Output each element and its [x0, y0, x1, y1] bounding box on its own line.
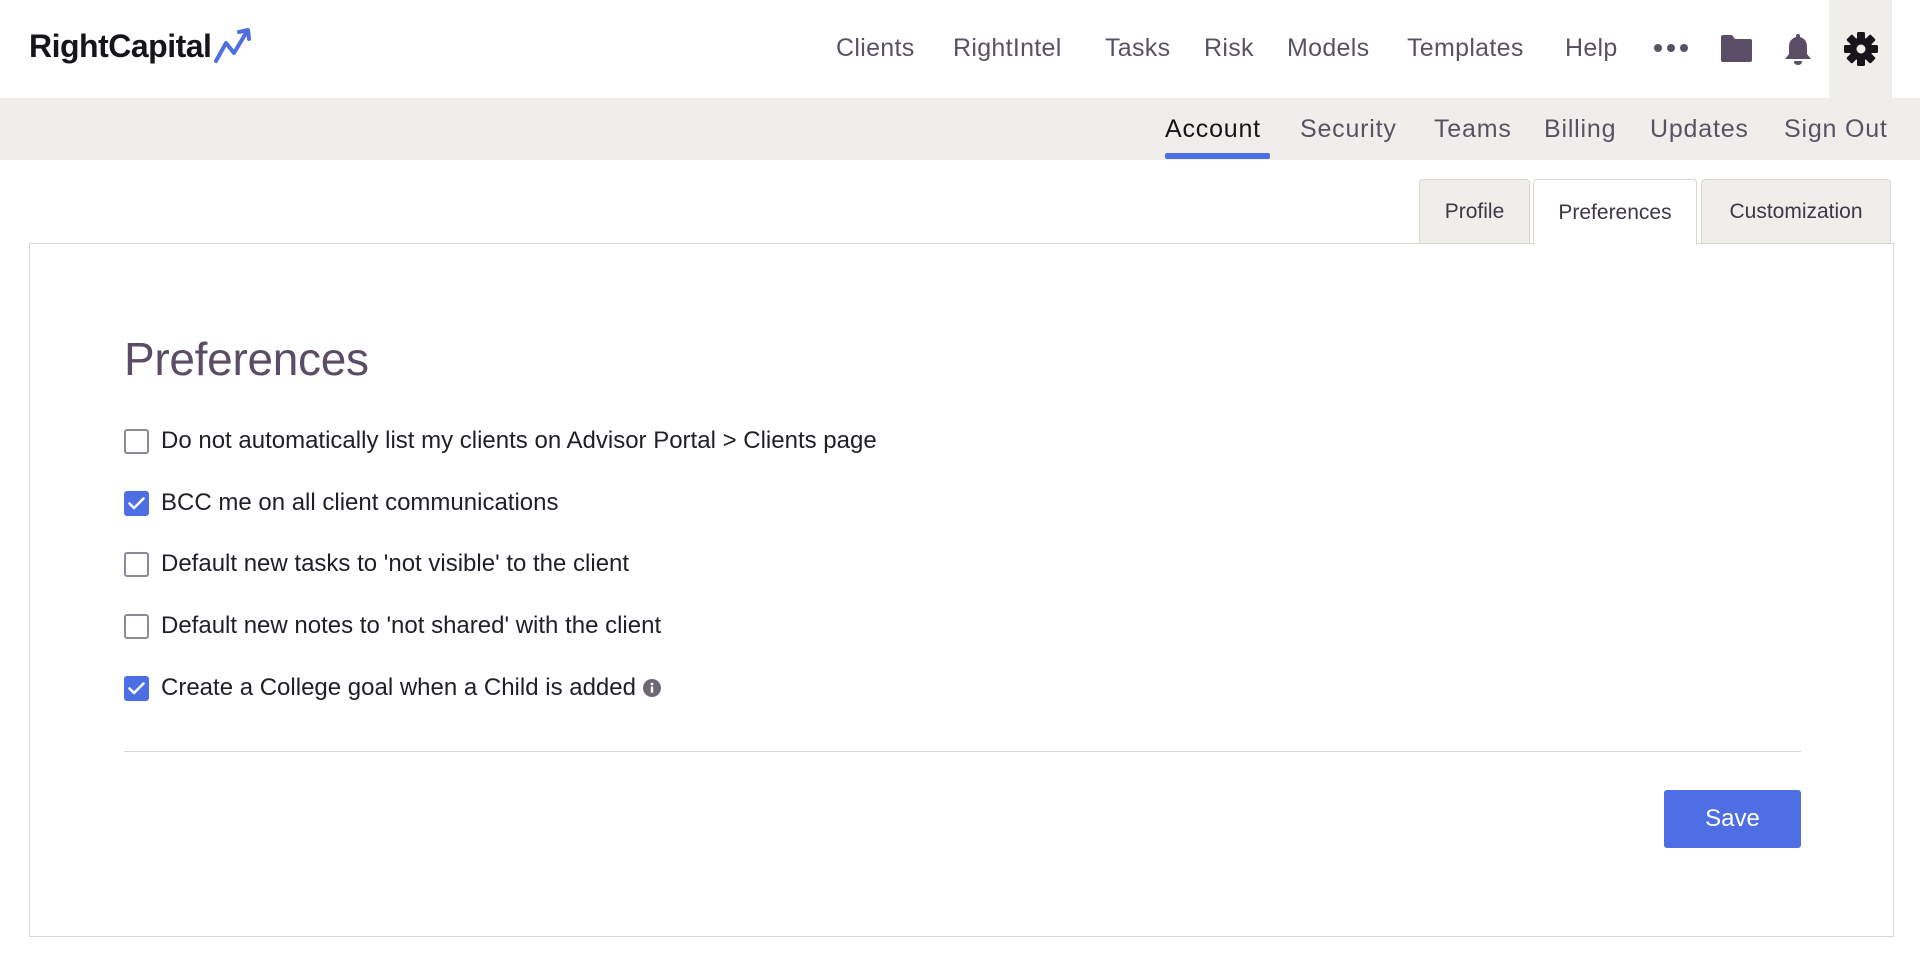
- nav-clients[interactable]: Clients: [836, 34, 915, 63]
- checkbox-notes-not-shared[interactable]: [124, 613, 149, 639]
- checkbox-bcc-me[interactable]: [124, 490, 149, 516]
- option-label: BCC me on all client communications: [161, 489, 559, 516]
- option-tasks-not-visible[interactable]: Default new tasks to 'not visible' to th…: [124, 550, 629, 578]
- bell-icon[interactable]: [1782, 31, 1814, 67]
- gear-icon: [1843, 32, 1878, 66]
- nav-tasks[interactable]: Tasks: [1105, 34, 1170, 63]
- checkbox-college-goal[interactable]: [124, 675, 149, 701]
- nav-rightintel[interactable]: RightIntel: [953, 34, 1062, 63]
- subnav-security[interactable]: Security: [1300, 115, 1397, 144]
- checkbox-no-auto-list[interactable]: [124, 428, 149, 454]
- tab-profile[interactable]: Profile: [1419, 179, 1530, 244]
- subnav-billing[interactable]: Billing: [1544, 115, 1616, 144]
- checkmark-icon: [128, 681, 145, 694]
- save-button[interactable]: Save: [1664, 790, 1801, 848]
- top-navigation-bar: RightCapital Clients RightIntel Tasks Ri…: [0, 0, 1920, 98]
- info-icon[interactable]: [642, 679, 661, 697]
- logo-arrow-icon: [214, 27, 252, 63]
- checkbox-tasks-not-visible[interactable]: [124, 551, 149, 577]
- nav-models[interactable]: Models: [1287, 34, 1369, 63]
- option-no-auto-list[interactable]: Do not automatically list my clients on …: [124, 427, 877, 455]
- option-label: Default new notes to 'not shared' with t…: [161, 612, 662, 639]
- tab-preferences[interactable]: Preferences: [1533, 179, 1697, 245]
- more-icon[interactable]: [1654, 44, 1688, 52]
- nav-risk[interactable]: Risk: [1204, 34, 1254, 63]
- nav-templates[interactable]: Templates: [1407, 34, 1524, 63]
- subnav-account[interactable]: Account: [1165, 115, 1261, 144]
- option-bcc-me[interactable]: BCC me on all client communications: [124, 489, 559, 517]
- preferences-panel: Preferences Do not automatically list my…: [29, 243, 1894, 937]
- brand-logo[interactable]: RightCapital: [29, 27, 255, 65]
- nav-help[interactable]: Help: [1565, 34, 1618, 63]
- option-label: Default new tasks to 'not visible' to th…: [161, 550, 630, 577]
- brand-name: RightCapital: [29, 28, 212, 64]
- option-label: Do not automatically list my clients on …: [161, 427, 877, 454]
- section-divider: [124, 751, 1801, 752]
- page-title: Preferences: [124, 333, 369, 385]
- subnav-teams[interactable]: Teams: [1434, 115, 1512, 144]
- option-label: Create a College goal when a Child is ad…: [161, 674, 636, 701]
- settings-button[interactable]: [1829, 0, 1892, 98]
- account-subnav: Account Security Teams Billing Updates S…: [0, 98, 1920, 160]
- option-notes-not-shared[interactable]: Default new notes to 'not shared' with t…: [124, 612, 661, 640]
- checkmark-icon: [128, 496, 145, 509]
- subnav-sign-out[interactable]: Sign Out: [1784, 115, 1888, 144]
- folder-icon[interactable]: [1719, 33, 1754, 64]
- active-subnav-indicator: [1165, 153, 1270, 159]
- option-college-goal[interactable]: Create a College goal when a Child is ad…: [124, 674, 661, 702]
- tab-customization[interactable]: Customization: [1701, 179, 1891, 244]
- subnav-updates[interactable]: Updates: [1650, 115, 1749, 144]
